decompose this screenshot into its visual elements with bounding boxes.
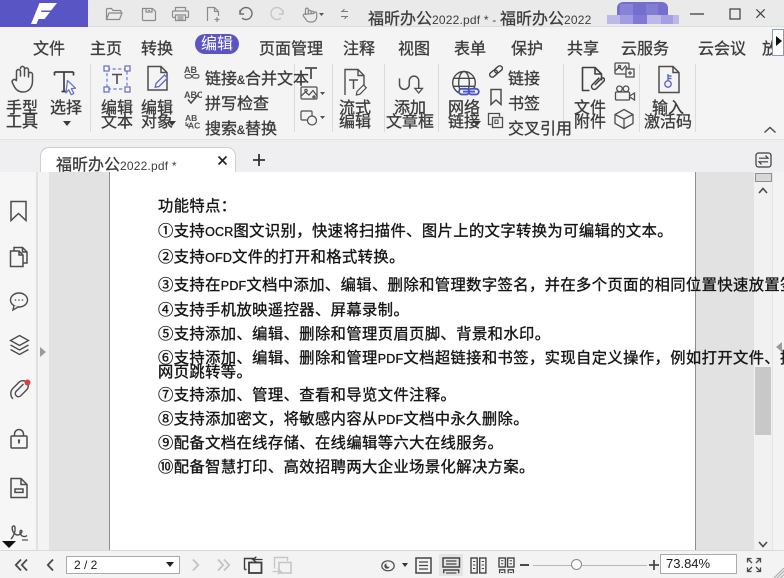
svg-text:ABC: ABC bbox=[184, 90, 202, 100]
svg-text:AC: AC bbox=[188, 121, 200, 130]
svg-text:AB: AB bbox=[184, 66, 197, 75]
